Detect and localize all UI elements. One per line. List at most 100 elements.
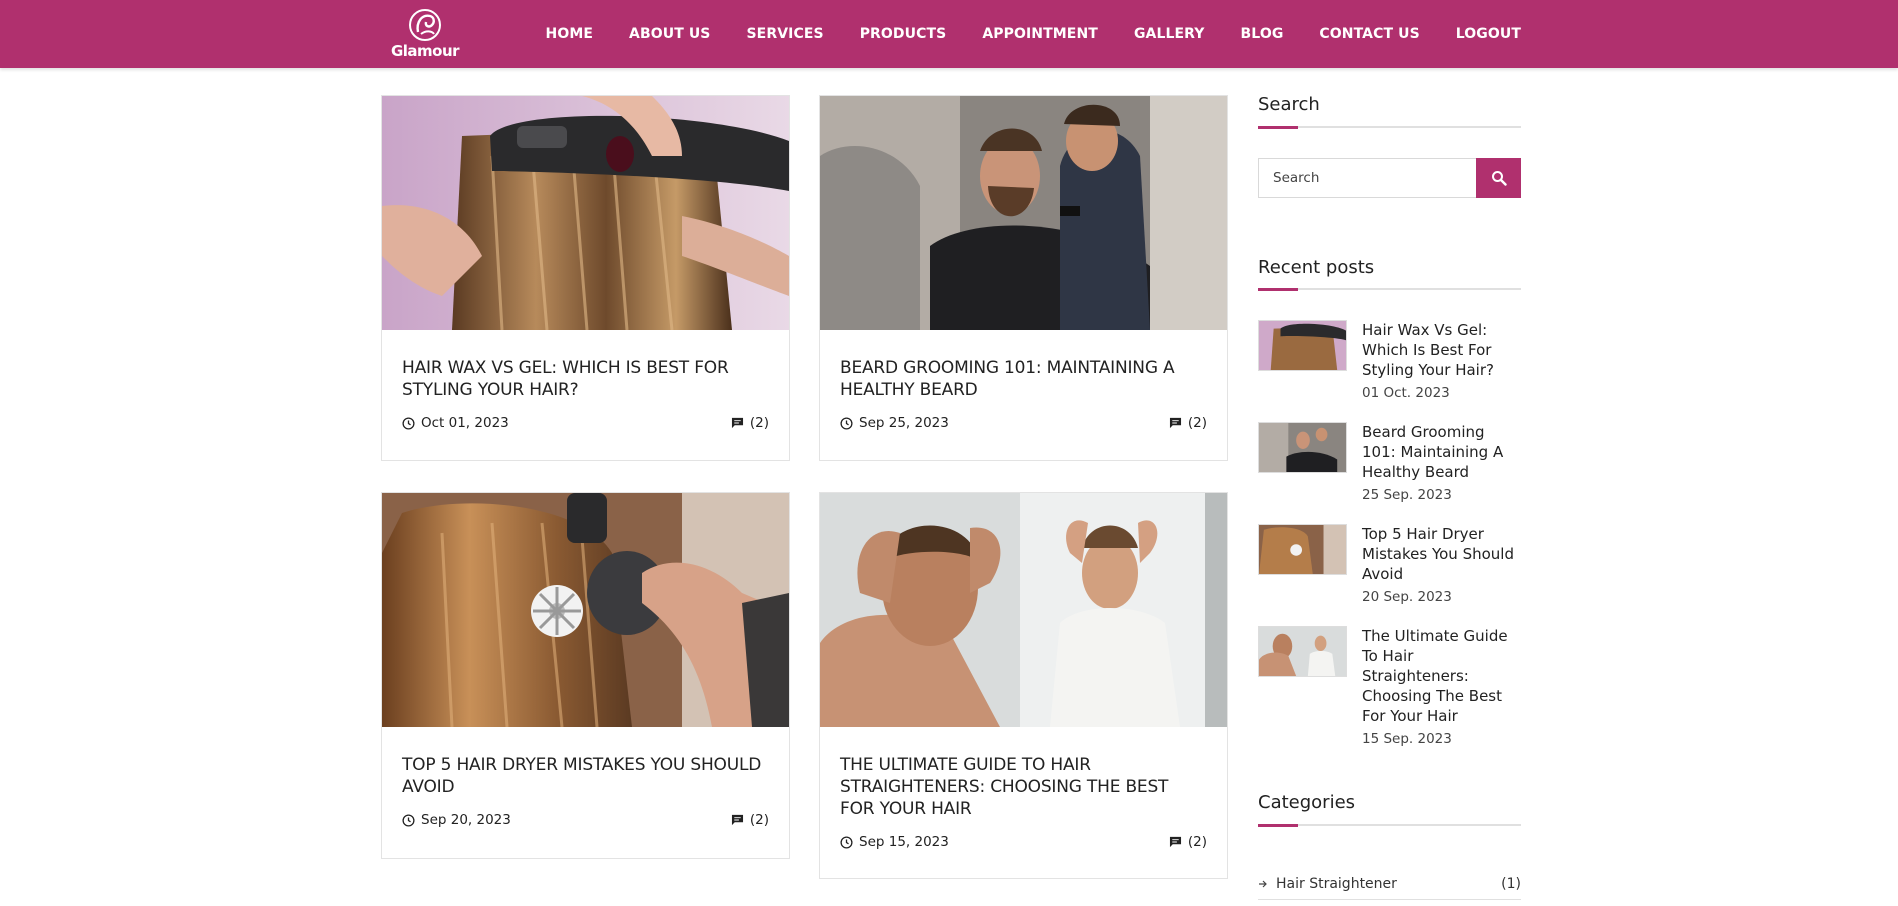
hair-straightener-photo — [382, 96, 789, 330]
clock-icon — [402, 416, 415, 430]
recent-post-title[interactable]: Beard Grooming 101: Maintaining A Health… — [1362, 422, 1521, 482]
search-button[interactable] — [1476, 158, 1521, 198]
post-meta: Sep 20, 2023 (2) — [402, 812, 769, 828]
recent-post-title[interactable]: Hair Wax Vs Gel: Which Is Best For Styli… — [1362, 320, 1521, 380]
recent-post-item: The Ultimate Guide To Hair Straighteners… — [1258, 626, 1521, 747]
comment-icon — [1169, 836, 1181, 848]
post-comments-count: (2) — [749, 415, 769, 431]
hair-dryer-photo — [382, 493, 789, 727]
recent-posts-divider — [1258, 288, 1521, 291]
comment-icon — [731, 417, 743, 429]
divider-accent — [1258, 126, 1298, 129]
search-widget-divider — [1258, 126, 1521, 129]
post-comments[interactable]: (2) — [731, 812, 769, 828]
search-icon — [1491, 171, 1507, 186]
recent-post-title[interactable]: Top 5 Hair Dryer Mistakes You Should Avo… — [1362, 524, 1521, 584]
recent-post-item: Top 5 Hair Dryer Mistakes You Should Avo… — [1258, 524, 1521, 605]
main-nav: HOME ABOUT US SERVICES PRODUCTS APPOINTM… — [510, 0, 1521, 68]
clock-icon — [840, 416, 853, 430]
post-date: Oct 01, 2023 — [402, 415, 509, 431]
hair-mirror-photo — [820, 493, 1227, 727]
nav-gallery[interactable]: GALLERY — [1134, 26, 1205, 42]
recent-post-info: Hair Wax Vs Gel: Which Is Best For Styli… — [1362, 320, 1521, 401]
recent-post-item: Hair Wax Vs Gel: Which Is Best For Styli… — [1258, 320, 1521, 401]
recent-post-date: 25 Sep. 2023 — [1362, 487, 1452, 503]
search-input[interactable] — [1258, 158, 1476, 198]
logo-face-icon — [409, 9, 441, 41]
comment-icon — [731, 814, 743, 826]
categories-divider — [1258, 824, 1521, 827]
post-date-text: Sep 20, 2023 — [421, 812, 511, 828]
recent-post-info: The Ultimate Guide To Hair Straighteners… — [1362, 626, 1521, 747]
post-title[interactable]: HAIR WAX VS GEL: WHICH IS BEST FOR STYLI… — [402, 357, 769, 401]
category-name: Hair Straightener — [1276, 875, 1397, 892]
nav-contact-us[interactable]: CONTACT US — [1319, 26, 1419, 42]
post-date-text: Sep 25, 2023 — [859, 415, 949, 431]
recent-post-item: Beard Grooming 101: Maintaining A Health… — [1258, 422, 1521, 503]
post-image[interactable] — [820, 493, 1227, 727]
nav-appointment[interactable]: APPOINTMENT — [982, 26, 1098, 42]
post-date: Sep 25, 2023 — [840, 415, 949, 431]
post-comments-count: (2) — [749, 812, 769, 828]
recent-post-date: 20 Sep. 2023 — [1362, 589, 1452, 605]
post-date-text: Oct 01, 2023 — [421, 415, 509, 431]
post-card: TOP 5 HAIR DRYER MISTAKES YOU SHOULD AVO… — [381, 492, 790, 859]
recent-post-thumbnail[interactable] — [1258, 422, 1347, 473]
post-comments-count: (2) — [1187, 834, 1207, 850]
nav-blog[interactable]: BLOG — [1241, 26, 1284, 42]
post-card: THE ULTIMATE GUIDE TO HAIR STRAIGHTENERS… — [819, 492, 1228, 879]
recent-post-thumbnail[interactable] — [1258, 524, 1347, 575]
post-comments[interactable]: (2) — [731, 415, 769, 431]
hair-straightener-thumb — [1259, 321, 1346, 370]
recent-post-thumbnail[interactable] — [1258, 320, 1347, 371]
search-widget-title: Search — [1258, 94, 1320, 115]
beard-grooming-thumb — [1259, 423, 1346, 472]
recent-post-date: 15 Sep. 2023 — [1362, 731, 1452, 747]
post-card: BEARD GROOMING 101: MAINTAINING A HEALTH… — [819, 95, 1228, 461]
clock-icon — [840, 835, 853, 849]
clock-icon — [402, 813, 415, 827]
post-date-text: Sep 15, 2023 — [859, 834, 949, 850]
hair-dryer-thumb — [1259, 525, 1346, 574]
arrow-right-icon — [1259, 880, 1267, 887]
recent-post-thumbnail[interactable] — [1258, 626, 1347, 677]
post-meta: Sep 25, 2023 (2) — [840, 415, 1207, 431]
nav-services[interactable]: SERVICES — [746, 26, 823, 42]
post-meta: Oct 01, 2023 (2) — [402, 415, 769, 431]
post-image[interactable] — [382, 493, 789, 727]
category-count: (1) — [1501, 875, 1521, 892]
nav-logout[interactable]: LOGOUT — [1456, 26, 1521, 42]
post-title[interactable]: BEARD GROOMING 101: MAINTAINING A HEALTH… — [840, 357, 1207, 401]
categories-title: Categories — [1258, 792, 1356, 813]
recent-post-date: 01 Oct. 2023 — [1362, 385, 1450, 401]
post-title[interactable]: THE ULTIMATE GUIDE TO HAIR STRAIGHTENERS… — [840, 754, 1207, 820]
site-header: Glamour HOME ABOUT US SERVICES PRODUCTS … — [0, 0, 1898, 68]
post-title[interactable]: TOP 5 HAIR DRYER MISTAKES YOU SHOULD AVO… — [402, 754, 769, 798]
logo-text: Glamour — [390, 42, 460, 60]
comment-icon — [1169, 417, 1181, 429]
nav-products[interactable]: PRODUCTS — [860, 26, 947, 42]
post-comments[interactable]: (2) — [1169, 415, 1207, 431]
post-comments[interactable]: (2) — [1169, 834, 1207, 850]
recent-post-info: Top 5 Hair Dryer Mistakes You Should Avo… — [1362, 524, 1521, 605]
nav-about-us[interactable]: ABOUT US — [629, 26, 710, 42]
post-date: Sep 20, 2023 — [402, 812, 511, 828]
post-card: HAIR WAX VS GEL: WHICH IS BEST FOR STYLI… — [381, 95, 790, 461]
recent-post-title[interactable]: The Ultimate Guide To Hair Straighteners… — [1362, 626, 1521, 726]
category-link[interactable]: Hair Straightener — [1258, 876, 1397, 892]
search-form — [1258, 158, 1521, 198]
post-image[interactable] — [382, 96, 789, 330]
post-meta: Sep 15, 2023 (2) — [840, 834, 1207, 850]
post-image[interactable] — [820, 96, 1227, 330]
recent-posts-title: Recent posts — [1258, 257, 1375, 278]
beard-grooming-photo — [820, 96, 1227, 330]
post-comments-count: (2) — [1187, 415, 1207, 431]
nav-home[interactable]: HOME — [546, 26, 594, 42]
glamour-logo[interactable]: Glamour — [390, 8, 460, 60]
post-date: Sep 15, 2023 — [840, 834, 949, 850]
divider-accent — [1258, 824, 1298, 827]
divider-accent — [1258, 288, 1298, 291]
category-item[interactable]: Hair Straightener (1) — [1258, 868, 1521, 900]
hair-mirror-thumb — [1259, 627, 1346, 676]
recent-post-info: Beard Grooming 101: Maintaining A Health… — [1362, 422, 1521, 503]
